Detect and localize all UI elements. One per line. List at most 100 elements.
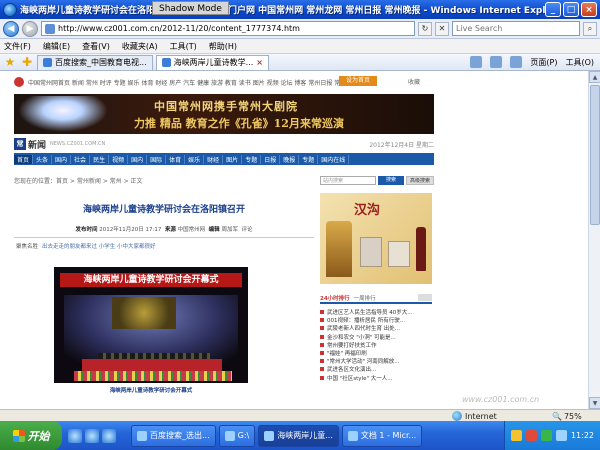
site-nav-item[interactable]: 专题 — [299, 154, 319, 164]
ie-icon — [137, 430, 147, 441]
taskbar-item-baidu[interactable]: 百度搜索_选出... — [131, 424, 216, 447]
window-titlebar[interactable]: 海峡两岸儿童诗教学研讨会在洛阳镇召开 - 常州第一门户网 中国常州网 常州龙网 … — [0, 0, 600, 19]
site-nav-item[interactable]: 专题 — [242, 154, 262, 164]
bullet-icon — [320, 326, 324, 331]
rank-tab-week[interactable]: 一周排行 — [354, 294, 376, 302]
tray-icon[interactable] — [510, 430, 522, 441]
tools-menu[interactable]: 工具(O) — [565, 57, 594, 68]
vertical-scrollbar[interactable]: ▲ ▼ — [588, 71, 600, 409]
desktop-quicklaunch-icon[interactable] — [85, 428, 99, 443]
rank-list-item[interactable]: 中国 "社区style" 大一人... — [320, 374, 432, 382]
scroll-up-icon[interactable]: ▲ — [589, 71, 600, 83]
add-favorite-icon[interactable]: ✚ — [20, 55, 34, 69]
article-title: 海峡两岸儿童诗教学研讨会在洛阳镇召开 — [82, 205, 245, 215]
rank-more-button[interactable] — [418, 294, 432, 301]
divider — [14, 237, 314, 238]
ad-bottle-image — [416, 227, 426, 271]
breadcrumb[interactable]: 您现在的位置：首页 > 常州新闻 > 常州 > 正文 — [14, 176, 143, 185]
sidebar-ad[interactable]: 汉沟 — [320, 193, 432, 284]
bullet-icon — [320, 367, 324, 372]
rank-list-item[interactable]: 武陵老新人四代时生育 出处... — [320, 324, 432, 332]
search-field[interactable] — [452, 21, 580, 36]
favorites-star-icon[interactable]: ★ — [3, 55, 17, 69]
tray-icon[interactable] — [525, 430, 537, 441]
window-title: 海峡两岸儿童诗教学研讨会在洛阳镇召开 - 常州第一门户网 中国常州网 常州龙网 … — [20, 6, 545, 16]
site-search-input[interactable]: 站内搜索 — [320, 175, 376, 185]
stage-flowers — [74, 371, 232, 381]
start-button[interactable]: 开始 — [0, 421, 62, 450]
volume-icon[interactable] — [555, 430, 567, 441]
rank-tab-24h[interactable]: 24小时排行 — [320, 294, 350, 302]
stage-screen — [112, 297, 176, 329]
rank-list-item[interactable]: 001视频：播析居民 所有行驶... — [320, 316, 432, 324]
tab-article[interactable]: 海峡两岸儿童诗教学... × — [155, 54, 269, 70]
tab-close-icon[interactable]: × — [256, 58, 263, 67]
bookmark-link[interactable]: 收藏 — [408, 77, 420, 86]
tab-bar: ★ ✚ 百度搜索_中国教育电视... 海峡两岸儿童诗教学... × 页面(P) … — [0, 54, 600, 71]
site-nav-item[interactable]: 娱乐 — [185, 154, 205, 164]
rank-list-item[interactable]: 武进各区文化演出... — [320, 365, 432, 373]
tab-baidu[interactable]: 百度搜索_中国教育电视... — [37, 54, 153, 70]
site-nav-item[interactable]: 日报 — [261, 154, 281, 164]
maximize-button[interactable]: □ — [563, 2, 579, 17]
site-search-button[interactable]: 搜索 — [378, 175, 404, 185]
menu-favorites[interactable]: 收藏夹(A) — [122, 41, 158, 52]
related-link[interactable]: 出去走走的朋友都来过 小学生 小中大家都很好 — [42, 242, 156, 250]
site-nav-item[interactable]: 头条 — [33, 154, 53, 164]
rank-list-item[interactable]: "福娃" 再福印刷 — [320, 349, 432, 357]
menu-tools[interactable]: 工具(T) — [170, 41, 197, 52]
site-nav-item[interactable]: 视频 — [109, 154, 129, 164]
search-icon[interactable]: ⌕ — [583, 21, 597, 36]
scroll-thumb[interactable] — [590, 85, 600, 225]
scroll-down-icon[interactable]: ▼ — [589, 397, 600, 409]
url-input[interactable] — [58, 24, 414, 33]
site-nav-item[interactable]: 民生 — [90, 154, 110, 164]
tray-icon[interactable] — [540, 430, 552, 441]
minimize-button[interactable]: _ — [545, 2, 561, 17]
page-menu[interactable]: 页面(P) — [530, 57, 557, 68]
taskbar-item-folder[interactable]: G:\ — [218, 424, 256, 447]
site-nav-item[interactable]: 社会 — [71, 154, 91, 164]
ie-quicklaunch-icon[interactable] — [68, 428, 82, 443]
news-logo[interactable]: 常 新闻 — [14, 138, 46, 151]
bullet-icon — [320, 334, 324, 339]
site-nav-item[interactable]: 国内 — [52, 154, 72, 164]
watermark: www.cz001.com.cn — [462, 395, 540, 404]
menu-edit[interactable]: 编辑(E) — [43, 41, 70, 52]
site-nav-item[interactable]: 国际 — [147, 154, 167, 164]
advanced-search-button[interactable]: 高级搜索 — [406, 175, 434, 185]
rank-list-item[interactable]: 武进区艺人民生活指导员 40岁大... — [320, 308, 432, 316]
news-date: 2012年12月4日 星期二 — [369, 141, 434, 149]
site-nav-item[interactable]: 首页 — [14, 154, 34, 164]
back-button[interactable]: ◀ — [3, 20, 19, 37]
site-nav-item[interactable]: 财经 — [204, 154, 224, 164]
site-nav-item[interactable]: 体育 — [166, 154, 186, 164]
rank-list-item[interactable]: 常州要打好扶贫工作 — [320, 341, 432, 349]
search-input[interactable] — [456, 24, 579, 33]
taskbar-item-word[interactable]: 文档 1 - Micr... — [341, 424, 423, 447]
menu-file[interactable]: 文件(F) — [4, 41, 31, 52]
bullet-icon — [320, 375, 324, 380]
stop-icon[interactable]: ✕ — [435, 21, 449, 36]
rank-list-item[interactable]: 金沙和农交 "小洞" 可能是... — [320, 333, 432, 341]
menu-help[interactable]: 帮助(H) — [209, 41, 237, 52]
print-icon[interactable] — [510, 56, 523, 68]
promo-banner[interactable]: 中国常州网携手常州大剧院 力推 精品 教育之作《孔雀》12月来常巡演 — [14, 94, 434, 134]
url-field[interactable] — [41, 21, 415, 36]
rank-list-item[interactable]: "常州大学活动" 河南同解放... — [320, 357, 432, 365]
media-quicklaunch-icon[interactable] — [102, 428, 116, 443]
set-homepage-button[interactable]: 设为首页 — [339, 76, 377, 86]
taskbar-item-article[interactable]: 海峡两岸儿童... — [258, 424, 339, 447]
web-content: 中国常州网首页 新闻 常州 时评 专题 娱乐 体育 财经 房产 汽车 健康 旅游… — [0, 71, 588, 409]
close-button[interactable]: × — [581, 2, 597, 17]
refresh-icon[interactable]: ↻ — [418, 21, 432, 36]
site-nav-item[interactable]: 图片 — [223, 154, 243, 164]
site-nav-item[interactable]: 国内在线 — [318, 154, 350, 164]
feeds-icon[interactable] — [490, 56, 503, 68]
site-nav-item[interactable]: 晚报 — [280, 154, 300, 164]
comment-link[interactable]: 评论 — [241, 227, 252, 233]
forward-button[interactable]: ▶ — [22, 20, 38, 37]
site-nav-item[interactable]: 国内 — [128, 154, 148, 164]
home-icon[interactable] — [470, 56, 483, 68]
menu-view[interactable]: 查看(V) — [82, 41, 110, 52]
